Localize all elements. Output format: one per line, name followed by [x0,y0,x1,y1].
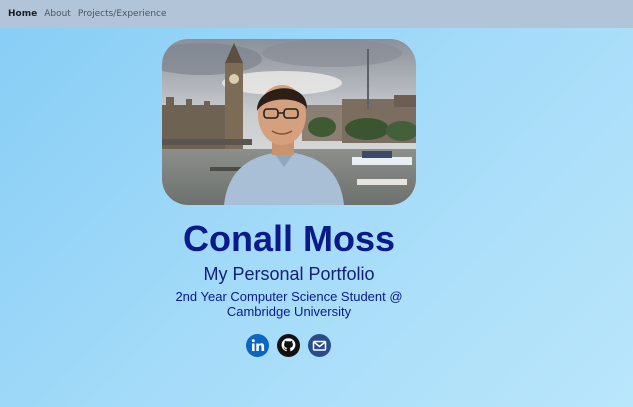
nav-link-projects-experience[interactable]: Projects/Experience [78,9,167,19]
person-name: Conall Moss [182,218,396,259]
github-icon[interactable] [277,334,300,357]
nav-link-about[interactable]: About [44,9,71,19]
portfolio-subtitle: My Personal Portfolio [203,264,375,284]
top-navbar: Home About Projects/Experience [0,0,633,28]
profile-photo [162,39,416,205]
tagline-text: 2nd Year Computer Science Student @ Camb… [175,289,403,319]
email-icon[interactable] [308,334,331,357]
linkedin-icon[interactable] [246,334,269,357]
nav-link-home[interactable]: Home [8,9,37,19]
social-links [246,334,331,357]
